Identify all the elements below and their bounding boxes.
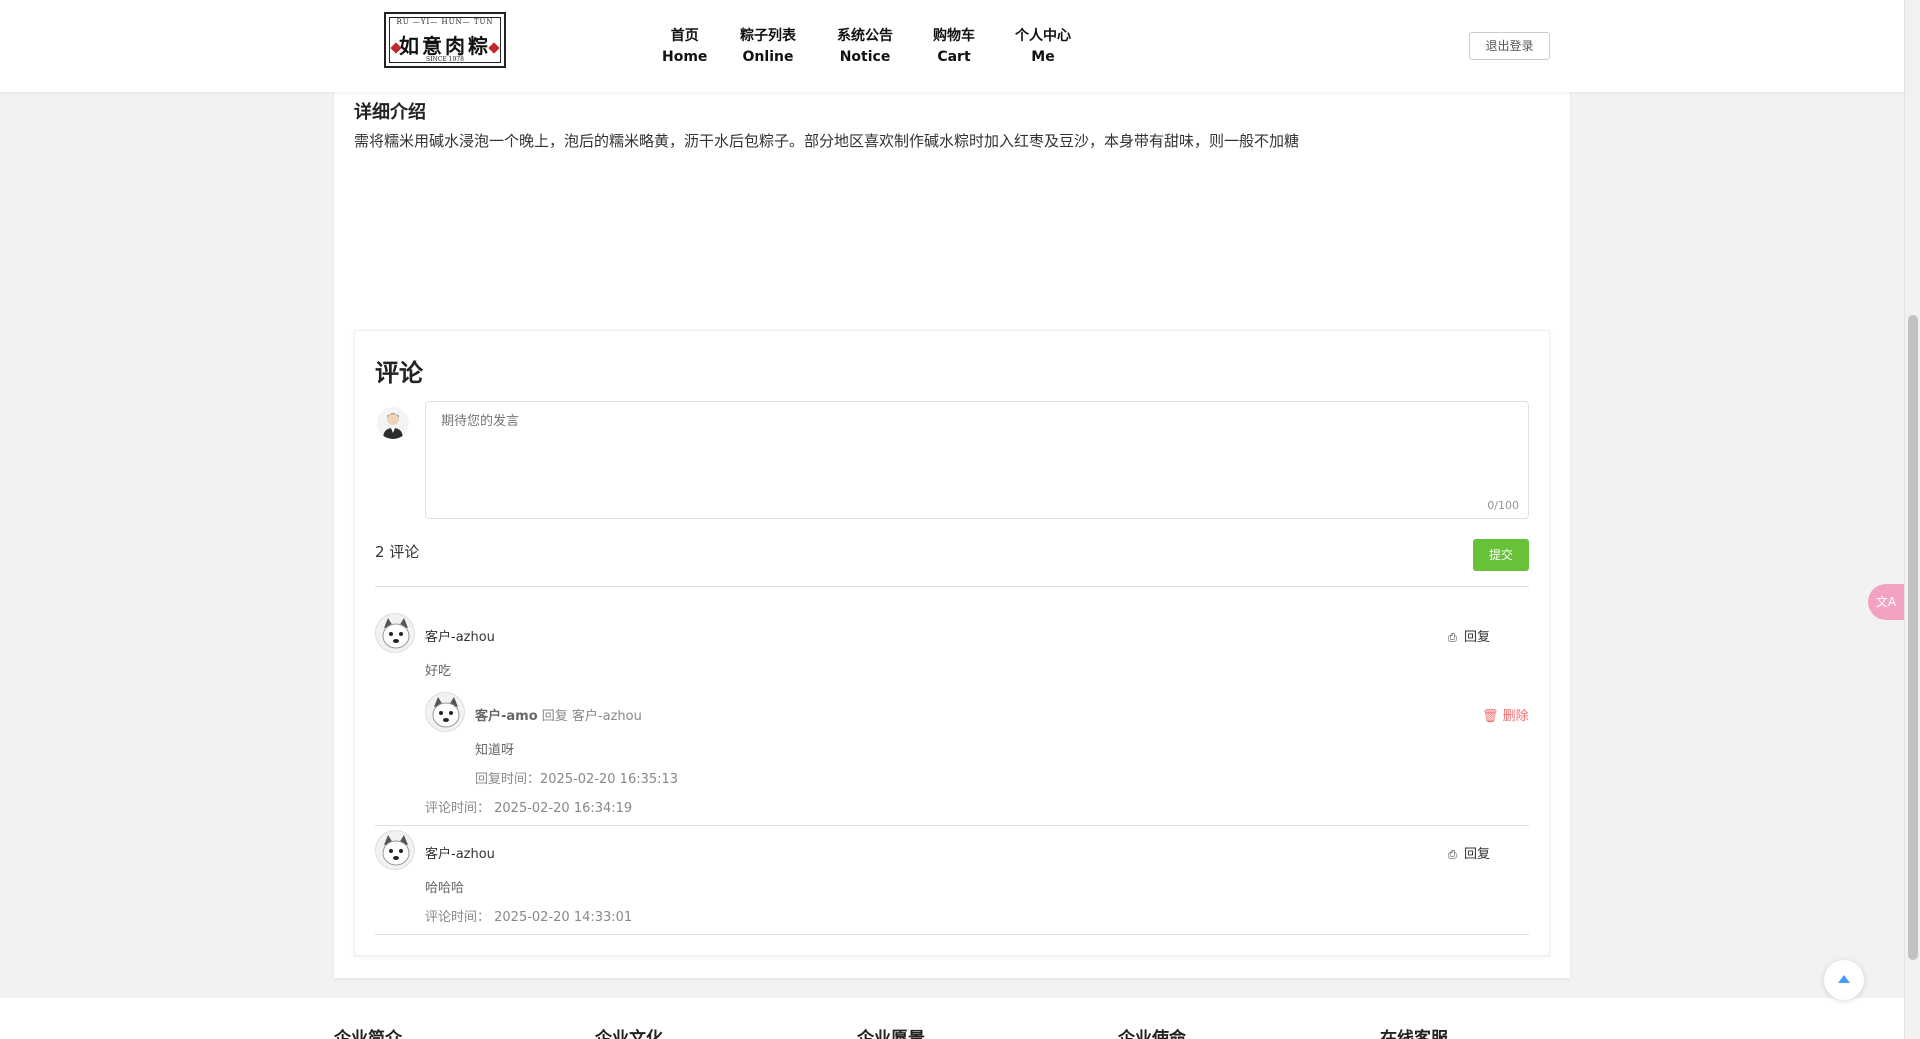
divider: [375, 825, 1529, 826]
reply-header: 客户-amo 回复 客户-azhou: [475, 705, 642, 724]
footer-item-mission[interactable]: 企业使命: [1118, 1024, 1186, 1039]
reply-button[interactable]: ⎙ 回复: [1448, 626, 1490, 645]
top-header: RU —YI— HUN— TUN 如意肉粽 SINCE 1978 首页 Home…: [0, 0, 1904, 92]
logout-button[interactable]: 退出登录: [1469, 32, 1550, 60]
nav-item-online[interactable]: 粽子列表 Online: [740, 26, 796, 68]
char-count: 0/100: [1487, 499, 1519, 512]
nav-item-home-cn: 首页: [670, 28, 699, 44]
page-scrollbar[interactable]: [1904, 0, 1920, 1039]
comment-content: 哈哈哈: [425, 881, 465, 896]
nav-item-cart[interactable]: 购物车 Cart: [933, 26, 975, 68]
nav-item-me[interactable]: 个人中心 Me: [1015, 26, 1071, 68]
comments-title: 评论: [375, 359, 423, 387]
reply-content: 知道呀: [475, 743, 515, 758]
comment-input[interactable]: [425, 401, 1529, 519]
reply-label: 回复: [1464, 847, 1491, 862]
replier-avatar: [425, 692, 465, 732]
replier-name: 客户-amo: [475, 709, 538, 724]
nav-item-online-cn: 粽子列表: [740, 28, 796, 44]
user-avatar-icon: [383, 413, 403, 439]
reply-time: 回复时间：2025-02-20 16:35:13: [475, 772, 679, 787]
comment-count: 2 评论: [375, 543, 420, 561]
commenter-name: 客户-azhou: [425, 630, 495, 645]
footer-item-culture[interactable]: 企业文化: [595, 1024, 663, 1039]
comment-time: 评论时间： 2025-02-20 16:34:19: [425, 801, 633, 816]
scrollbar-thumb[interactable]: [1908, 315, 1918, 960]
delete-label: 删除: [1502, 709, 1529, 724]
comment-time: 评论时间： 2025-02-20 14:33:01: [425, 910, 633, 925]
logo[interactable]: RU —YI— HUN— TUN 如意肉粽 SINCE 1978: [384, 12, 506, 68]
nav-item-me-en: Me: [1031, 49, 1055, 65]
commenter-name: 客户-azhou: [425, 847, 495, 862]
delete-button[interactable]: 🗑 删除: [1482, 705, 1529, 724]
trash-icon: 🗑: [1482, 709, 1499, 724]
reply-button[interactable]: ⎙ 回复: [1448, 843, 1490, 862]
submit-button[interactable]: 提交: [1473, 539, 1529, 571]
logo-sub-text: SINCE 1978: [426, 56, 464, 63]
divider: [375, 934, 1529, 935]
commenter-avatar: [375, 830, 415, 870]
nav-item-home[interactable]: 首页 Home: [662, 26, 707, 68]
current-user-avatar: [377, 407, 409, 439]
nav-item-me-cn: 个人中心: [1015, 28, 1071, 44]
nav-item-online-en: Online: [742, 49, 794, 65]
footer-item-about[interactable]: 企业简介: [334, 1024, 402, 1039]
dog-avatar-icon: [376, 831, 414, 869]
reply-icon: ⎙: [1448, 631, 1457, 644]
detail-title: 详细介绍: [354, 102, 426, 123]
footer-item-vision[interactable]: 企业愿景: [857, 1024, 925, 1039]
detail-text: 需将糯米用碱水浸泡一个晚上，泡后的糯米略黄，沥干水后包粽子。部分地区喜欢制作碱水…: [354, 132, 1300, 150]
commenter-avatar: [375, 613, 415, 653]
reply-target: 客户-azhou: [571, 709, 642, 724]
comment-content: 好吃: [425, 664, 452, 679]
comments-section: 评论 0/100 2 评论 提交 客户-azhou: [354, 330, 1550, 956]
translate-button[interactable]: 文A: [1868, 584, 1904, 620]
nav-item-notice-cn: 系统公告: [837, 28, 893, 44]
reply-action: 回复: [537, 709, 572, 724]
logo-main-text: 如意肉粽: [399, 34, 491, 58]
divider: [375, 586, 1529, 587]
reply-icon: ⎙: [1448, 848, 1457, 861]
dog-avatar-icon: [376, 614, 414, 652]
footer-item-support[interactable]: 在线客服: [1380, 1024, 1448, 1039]
nav-item-notice-en: Notice: [839, 49, 891, 65]
reply-label: 回复: [1464, 630, 1491, 645]
nav-item-cart-en: Cart: [937, 49, 971, 65]
nav-item-notice[interactable]: 系统公告 Notice: [837, 26, 893, 68]
nav-item-home-en: Home: [662, 49, 708, 65]
logo-top-text: RU —YI— HUN— TUN: [396, 18, 494, 26]
product-detail-card: 详细介绍 需将糯米用碱水浸泡一个晚上，泡后的糯米略黄，沥干水后包粽子。部分地区喜…: [334, 92, 1570, 978]
footer: 企业简介 企业文化 企业愿景 企业使命 在线客服: [0, 998, 1904, 1039]
back-to-top-button[interactable]: [1824, 960, 1864, 1000]
nav-item-cart-cn: 购物车: [933, 28, 975, 44]
dog-avatar-icon: [426, 693, 464, 731]
